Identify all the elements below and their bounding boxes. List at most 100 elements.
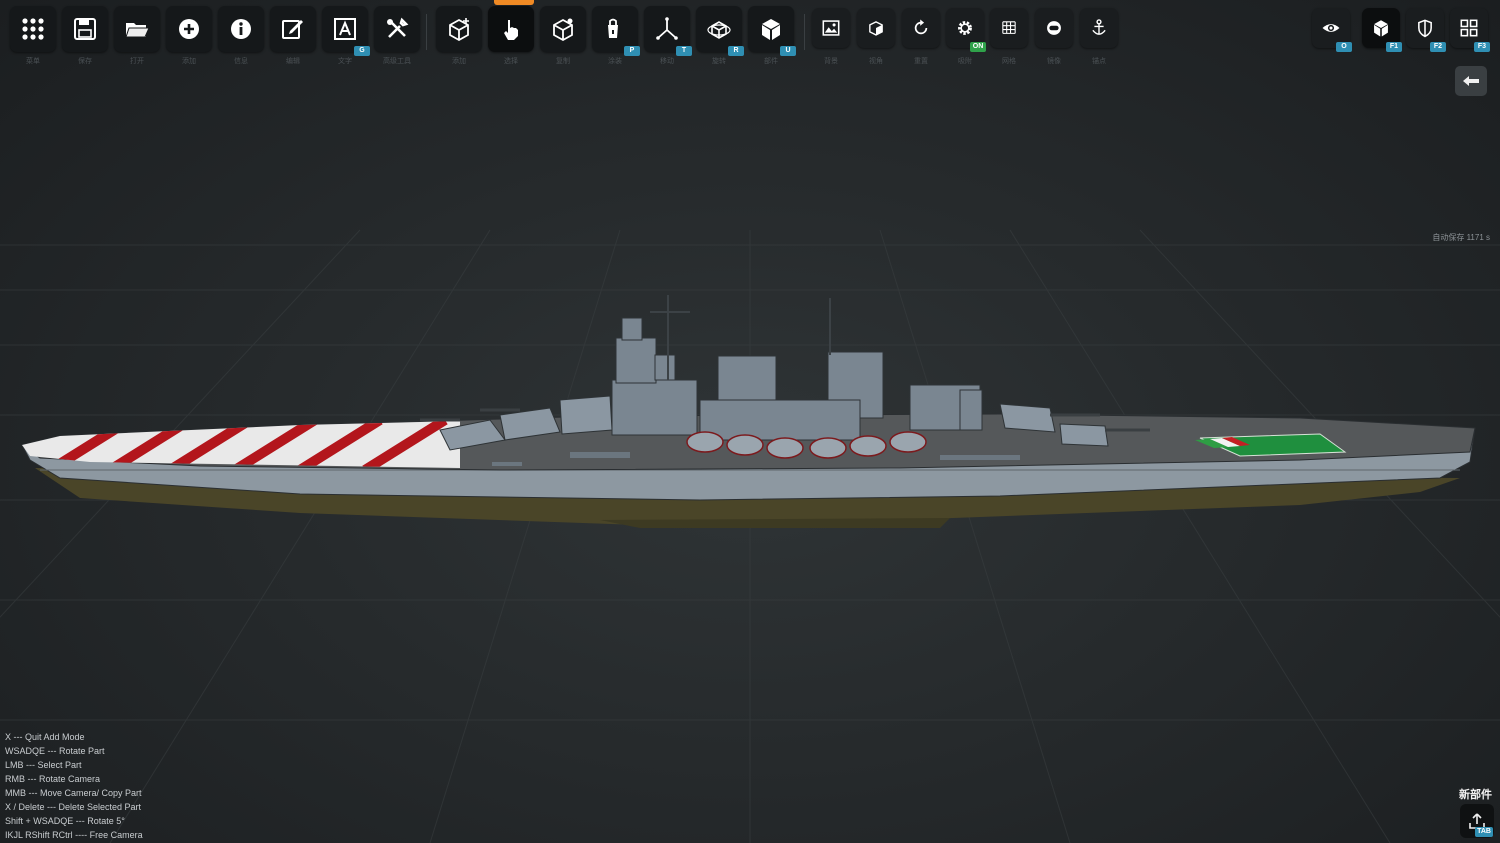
eye-button[interactable]: O (1312, 8, 1350, 48)
copy-part-button[interactable] (540, 6, 586, 52)
help-line: Shift + WSADQE --- Rotate 5° (5, 814, 143, 828)
solid-cube-icon (758, 16, 784, 42)
shortcut-badge: R (728, 46, 744, 56)
mirror-toggle-button[interactable] (1035, 8, 1073, 48)
settings-gear-icon (955, 18, 975, 38)
active-tool-indicator (494, 0, 534, 5)
add-part-button[interactable] (436, 6, 482, 52)
text-icon (332, 16, 358, 42)
help-line: X --- Quit Add Mode (5, 730, 143, 744)
new-part-button[interactable]: TAB (1460, 804, 1494, 838)
tool-caption: 背景 (808, 56, 854, 66)
collapse-panel-button[interactable] (1455, 66, 1487, 96)
grid-button[interactable] (990, 8, 1028, 48)
text-button[interactable]: G (322, 6, 368, 52)
add-circle-icon (176, 16, 202, 42)
battleship-model[interactable] (0, 0, 1500, 843)
add-part-icon (446, 16, 472, 42)
3d-viewport[interactable] (0, 0, 1500, 843)
save-icon (72, 16, 98, 42)
layout-grid-icon (1459, 18, 1479, 38)
hand-pointer-button[interactable] (488, 6, 534, 52)
shortcut-badge: T (676, 46, 692, 56)
small-cube-button[interactable] (857, 8, 895, 48)
reset-button[interactable] (902, 8, 940, 48)
add-circle-button[interactable] (166, 6, 212, 52)
shortcut-badge: F1 (1386, 42, 1402, 52)
tool-caption: 吸附 (942, 56, 988, 66)
info-icon (228, 16, 254, 42)
paint-bucket-icon (602, 16, 628, 42)
tool-caption: 移动 (644, 56, 690, 66)
reset-icon (911, 18, 931, 38)
transform-axes-button[interactable]: T (644, 6, 690, 52)
transform-axes-icon (654, 16, 680, 42)
anchor-icon (1089, 18, 1109, 38)
paint-bucket-button[interactable]: P (592, 6, 638, 52)
settings-gear-button[interactable]: ON (946, 8, 984, 48)
folder-open-button[interactable] (114, 6, 160, 52)
tool-caption: 旋转 (696, 56, 742, 66)
shortcut-badge: P (624, 46, 640, 56)
tool-caption: 复制 (540, 56, 586, 66)
tool-caption: 保存 (62, 56, 108, 66)
cube-view-icon (1371, 18, 1391, 38)
help-line: RMB --- Rotate Camera (5, 772, 143, 786)
autosave-status: 自动保存 1171 s (1432, 232, 1490, 243)
grid-icon (999, 18, 1019, 38)
shortcut-badge: ON (970, 42, 986, 52)
help-line: MMB --- Move Camera/ Copy Part (5, 786, 143, 800)
image-button[interactable] (812, 8, 850, 48)
shortcut-badge: O (1336, 42, 1352, 52)
tools-button[interactable] (374, 6, 420, 52)
help-line: IKJL RShift RCtrl ---- Free Camera (5, 828, 143, 842)
help-line: X / Delete --- Delete Selected Part (5, 800, 143, 814)
tool-caption: 网格 (986, 56, 1032, 66)
tool-caption: 编辑 (270, 56, 316, 66)
new-part-label: 新部件 (1459, 786, 1492, 802)
apps-grid-icon (20, 16, 46, 42)
shortcut-badge: F2 (1430, 42, 1446, 52)
tool-caption: 信息 (218, 56, 264, 66)
shortcut-badge: U (780, 46, 796, 56)
key-badge: TAB (1475, 827, 1493, 837)
tool-caption: 高级工具 (374, 56, 420, 66)
tool-caption: 重置 (898, 56, 944, 66)
tool-caption: 打开 (114, 56, 160, 66)
copy-part-icon (550, 16, 576, 42)
apps-grid-button[interactable] (10, 6, 56, 52)
mirror-toggle-icon (1044, 18, 1064, 38)
tools-icon (384, 16, 410, 42)
help-line: WSADQE --- Rotate Part (5, 744, 143, 758)
anchor-button[interactable] (1080, 8, 1118, 48)
tool-caption: 添加 (166, 56, 212, 66)
info-button[interactable] (218, 6, 264, 52)
rotate-cube-button[interactable]: R (696, 6, 742, 52)
eye-icon (1321, 18, 1341, 38)
tool-caption: 镜像 (1031, 56, 1077, 66)
shortcut-badge: G (354, 46, 370, 56)
edit-button[interactable] (270, 6, 316, 52)
layout-grid-button[interactable]: F3 (1450, 8, 1488, 48)
arrow-left-icon (1462, 75, 1480, 87)
tool-caption: 菜单 (10, 56, 56, 66)
folder-open-icon (124, 16, 150, 42)
help-line: LMB --- Select Part (5, 758, 143, 772)
shortcut-badge: F3 (1474, 42, 1490, 52)
edit-icon (280, 16, 306, 42)
save-button[interactable] (62, 6, 108, 52)
solid-cube-button[interactable]: U (748, 6, 794, 52)
tool-caption: 添加 (436, 56, 482, 66)
rotate-cube-icon (706, 16, 732, 42)
armor-shield-button[interactable]: F2 (1406, 8, 1444, 48)
armor-shield-icon (1415, 18, 1435, 38)
toolbar-separator (804, 14, 805, 50)
small-cube-icon (866, 18, 886, 38)
tool-caption: 选择 (488, 56, 534, 66)
tool-caption: 视角 (853, 56, 899, 66)
cube-view-button[interactable]: F1 (1362, 8, 1400, 48)
keyboard-help: X --- Quit Add Mode WSADQE --- Rotate Pa… (5, 730, 143, 842)
tool-caption: 涂装 (592, 56, 638, 66)
toolbar-separator (426, 14, 427, 50)
tool-caption: 文字 (322, 56, 368, 66)
